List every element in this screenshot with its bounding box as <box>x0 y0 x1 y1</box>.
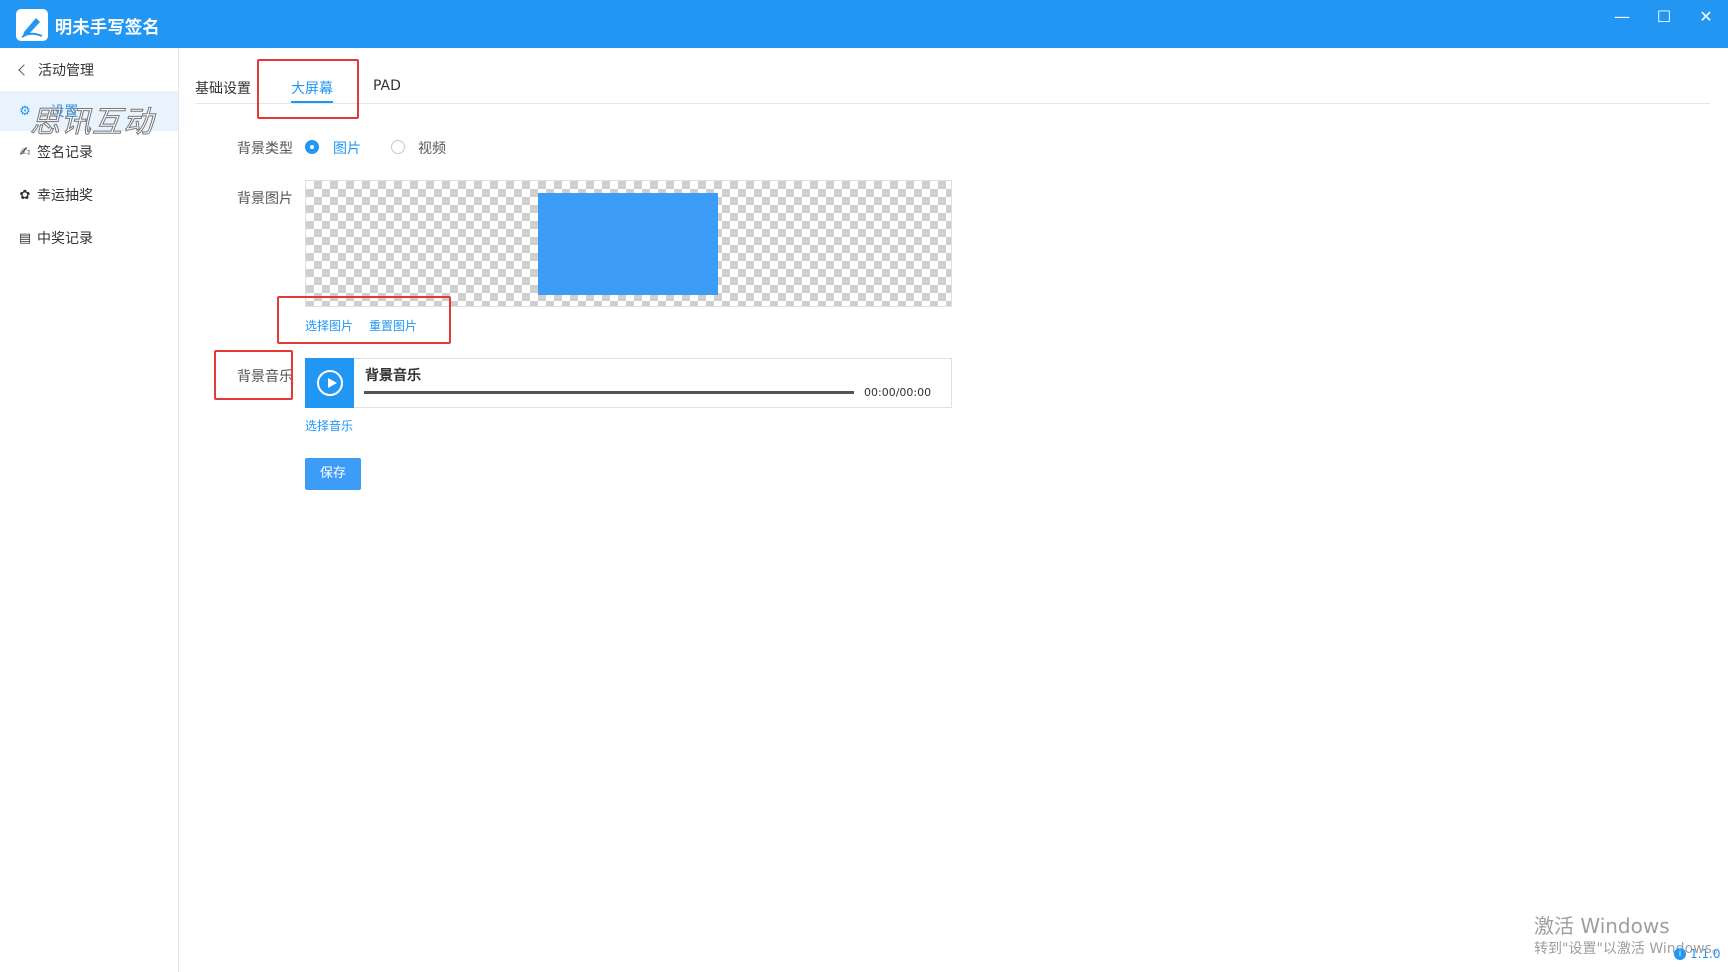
tab-bar <box>195 70 1710 104</box>
music-time: 00:00/00:00 <box>864 386 932 399</box>
record-icon: ▤ <box>18 230 32 246</box>
radio-video[interactable] <box>391 140 405 154</box>
back-label: 活动管理 <box>38 63 94 79</box>
info-icon: i <box>1674 948 1686 960</box>
sidebar-item-lucky-draw[interactable]: ✿ 幸运抽奖 <box>0 175 178 215</box>
bg-type-label: 背景类型 <box>237 141 293 157</box>
save-button[interactable]: 保存 <box>305 458 361 490</box>
version-badge: i 1.1.0 <box>1674 947 1721 961</box>
play-icon <box>317 370 343 396</box>
close-button[interactable]: ✕ <box>1689 6 1723 28</box>
annotation-box-image-links <box>277 296 451 344</box>
annotation-box-music-label <box>214 350 293 400</box>
bg-image-label: 背景图片 <box>237 191 293 207</box>
version-text: 1.1.0 <box>1690 947 1721 961</box>
radio-video-label[interactable]: 视频 <box>418 138 446 158</box>
app-title: 明未手写签名 <box>55 18 160 38</box>
play-button[interactable] <box>305 358 354 408</box>
sidebar: 活动管理 ⚙ ...设置 ✍ 签名记录 ✿ 幸运抽奖 ▤ 中奖记录 <box>0 48 179 972</box>
chevron-left-icon <box>18 64 30 76</box>
tab-basic-settings[interactable]: 基础设置 <box>195 78 251 98</box>
sidebar-item-label: 中奖记录 <box>37 231 93 247</box>
sidebar-item-label: 幸运抽奖 <box>37 188 93 204</box>
app-logo-icon <box>16 9 48 41</box>
maximize-button[interactable]: ☐ <box>1647 6 1681 28</box>
watermark: 思讯互动 <box>30 105 154 141</box>
sidebar-item-label: 签名记录 <box>37 145 93 161</box>
signature-icon: ✍ <box>19 144 31 160</box>
radio-image-label[interactable]: 图片 <box>333 138 361 158</box>
title-bar: 明未手写签名 — ☐ ✕ <box>0 0 1728 48</box>
annotation-box-big-screen-tab <box>257 59 359 119</box>
radio-image[interactable] <box>305 140 319 154</box>
lottery-icon: ✿ <box>19 187 31 203</box>
tab-pad[interactable]: PAD <box>373 78 401 94</box>
bg-image-thumbnail <box>538 193 718 295</box>
minimize-button[interactable]: — <box>1605 6 1639 28</box>
back-to-activity-management[interactable]: 活动管理 <box>16 58 94 82</box>
windows-activation-title: 激活 Windows <box>1534 914 1670 938</box>
select-music-link[interactable]: 选择音乐 <box>305 417 353 434</box>
music-title: 背景音乐 <box>365 368 421 384</box>
music-progress-bar[interactable] <box>364 391 854 394</box>
sidebar-item-winning-records[interactable]: ▤ 中奖记录 <box>0 218 178 258</box>
